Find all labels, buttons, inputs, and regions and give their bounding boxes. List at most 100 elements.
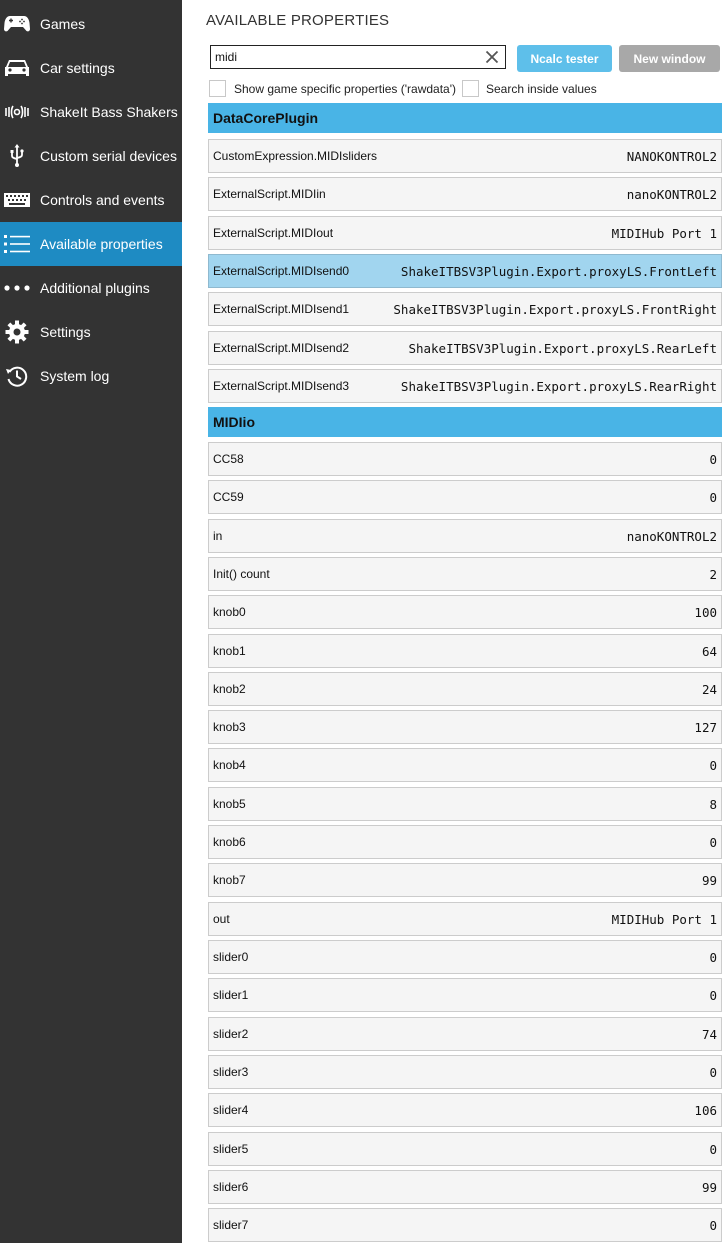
sidebar-item-controls-and-events[interactable]: Controls and events: [0, 178, 182, 222]
search-input[interactable]: [215, 48, 475, 66]
property-row[interactable]: slider1 0: [208, 978, 722, 1012]
property-name: knob7: [213, 873, 246, 887]
property-value: 0: [709, 757, 717, 773]
property-value: 0: [709, 489, 717, 505]
property-value: nanoKONTROL2: [626, 186, 717, 202]
property-value: MIDIHub Port 1: [611, 911, 717, 927]
property-row[interactable]: CC58 0: [208, 442, 722, 476]
property-row[interactable]: ExternalScript.MIDIsend3 ShakeITBSV3Plug…: [208, 369, 722, 403]
property-row[interactable]: ExternalScript.MIDIsend2 ShakeITBSV3Plug…: [208, 331, 722, 365]
property-name: slider3: [213, 1065, 249, 1079]
property-name: CustomExpression.MIDIsliders: [213, 149, 378, 163]
ncalc-tester-button[interactable]: Ncalc tester: [517, 45, 612, 72]
sidebar-item-additional-plugins[interactable]: Additional plugins: [0, 266, 182, 310]
property-value: 0: [709, 1141, 717, 1157]
sidebar-item-label: System log: [40, 368, 110, 384]
sidebar: Games Car settings ShakeIt Bass Shakers …: [0, 0, 182, 1243]
history-icon: [2, 361, 32, 391]
property-row[interactable]: Init() count 2: [208, 557, 722, 591]
new-window-button[interactable]: New window: [619, 45, 720, 72]
property-row[interactable]: ExternalScript.MIDIin nanoKONTROL2: [208, 177, 722, 211]
group-header-label: MIDIio: [213, 414, 255, 430]
sidebar-item-settings[interactable]: Settings: [0, 310, 182, 354]
property-name: ExternalScript.MIDIsend1: [213, 302, 350, 316]
property-row[interactable]: slider4 106: [208, 1093, 722, 1127]
group-header-datacoreplugin[interactable]: DataCorePlugin: [208, 103, 722, 133]
property-row[interactable]: slider2 74: [208, 1017, 722, 1051]
property-row[interactable]: in nanoKONTROL2: [208, 519, 722, 553]
property-row-selected[interactable]: ExternalScript.MIDIsend0 ShakeITBSV3Plug…: [208, 254, 722, 288]
property-value: ShakeITBSV3Plugin.Export.proxyLS.RearLef…: [408, 340, 717, 356]
property-value: 106: [694, 1102, 717, 1118]
property-value: 64: [701, 643, 717, 659]
property-row[interactable]: slider3 0: [208, 1055, 722, 1089]
property-row[interactable]: ExternalScript.MIDIout MIDIHub Port 1: [208, 216, 722, 250]
car-icon: [2, 53, 32, 83]
sidebar-item-shakeit-bass-shakers[interactable]: ShakeIt Bass Shakers: [0, 90, 182, 134]
sidebar-item-label: Custom serial devices: [40, 148, 177, 164]
property-value: 127: [694, 719, 717, 735]
main-panel: AVAILABLE PROPERTIES Ncalc tester New wi…: [182, 0, 724, 1243]
gear-icon: [2, 317, 32, 347]
property-value: 74: [701, 1026, 717, 1042]
more-dots-icon: [2, 273, 32, 303]
property-name: slider2: [213, 1027, 249, 1041]
property-row[interactable]: CC59 0: [208, 480, 722, 514]
property-name: out: [213, 912, 230, 926]
sidebar-item-system-log[interactable]: System log: [0, 354, 182, 398]
property-row[interactable]: slider5 0: [208, 1132, 722, 1166]
property-value: 99: [701, 872, 717, 888]
property-value: 0: [709, 834, 717, 850]
property-row[interactable]: CustomExpression.MIDIsliders NANOKONTROL…: [208, 139, 722, 173]
vibration-icon: [2, 97, 32, 127]
property-name: knob4: [213, 758, 246, 772]
sidebar-item-car-settings[interactable]: Car settings: [0, 46, 182, 90]
property-name: knob2: [213, 682, 246, 696]
group-header-midiio[interactable]: MIDIio: [208, 407, 722, 437]
property-name: knob3: [213, 720, 246, 734]
property-row[interactable]: knob2 24: [208, 672, 722, 706]
property-row[interactable]: knob1 64: [208, 634, 722, 668]
property-row[interactable]: knob4 0: [208, 748, 722, 782]
property-value: 0: [709, 949, 717, 965]
property-name: slider1: [213, 988, 249, 1002]
sidebar-item-label: Controls and events: [40, 192, 165, 208]
sidebar-item-label: ShakeIt Bass Shakers: [40, 104, 178, 120]
sidebar-item-available-properties[interactable]: Available properties: [0, 222, 182, 266]
property-value: NANOKONTROL2: [626, 148, 717, 164]
property-name: knob6: [213, 835, 246, 849]
property-name: CC59: [213, 490, 244, 504]
show-game-specific-checkbox[interactable]: [209, 80, 226, 97]
list-icon: [2, 229, 32, 259]
property-value: 99: [701, 1179, 717, 1195]
sidebar-item-custom-serial-devices[interactable]: Custom serial devices: [0, 134, 182, 178]
search-inside-values-label: Search inside values: [486, 82, 597, 96]
property-row[interactable]: knob3 127: [208, 710, 722, 744]
property-name: slider6: [213, 1180, 249, 1194]
property-name: ExternalScript.MIDIsend3: [213, 379, 350, 393]
property-value: 24: [701, 681, 717, 697]
property-row[interactable]: knob6 0: [208, 825, 722, 859]
property-value: 0: [709, 1217, 717, 1233]
property-value: ShakeITBSV3Plugin.Export.proxyLS.RearRig…: [400, 378, 717, 394]
property-value: nanoKONTROL2: [626, 528, 717, 544]
property-value: 100: [694, 604, 717, 620]
keyboard-icon: [2, 185, 32, 215]
property-value: 0: [709, 1064, 717, 1080]
show-game-specific-label: Show game specific properties ('rawdata'…: [234, 82, 457, 96]
property-row[interactable]: slider0 0: [208, 940, 722, 974]
property-value: 0: [709, 987, 717, 1003]
property-name: ExternalScript.MIDIsend2: [213, 341, 350, 355]
property-row[interactable]: ExternalScript.MIDIsend1 ShakeITBSV3Plug…: [208, 292, 722, 326]
search-inside-values-checkbox[interactable]: [462, 80, 479, 97]
property-name: Init() count: [213, 567, 270, 581]
property-row[interactable]: knob0 100: [208, 595, 722, 629]
property-row[interactable]: slider6 99: [208, 1170, 722, 1204]
clear-search-icon[interactable]: [483, 48, 501, 66]
property-row[interactable]: out MIDIHub Port 1: [208, 902, 722, 936]
property-row[interactable]: knob5 8: [208, 787, 722, 821]
property-row[interactable]: knob7 99: [208, 863, 722, 897]
search-box: [210, 45, 506, 69]
sidebar-item-games[interactable]: Games: [0, 2, 182, 46]
property-row[interactable]: slider7 0: [208, 1208, 722, 1242]
